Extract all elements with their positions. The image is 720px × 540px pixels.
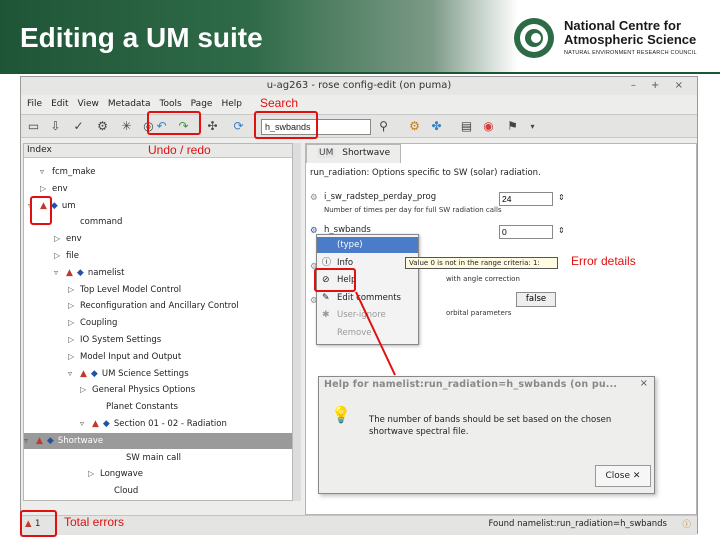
annotation-search: Search: [260, 96, 299, 110]
annotation-undo-redo: Undo / redo: [148, 143, 211, 157]
annotation-error-details: Error details: [571, 254, 636, 268]
annotation-arrow: [355, 291, 396, 376]
annotation-total-errors: Total errors: [64, 515, 125, 529]
